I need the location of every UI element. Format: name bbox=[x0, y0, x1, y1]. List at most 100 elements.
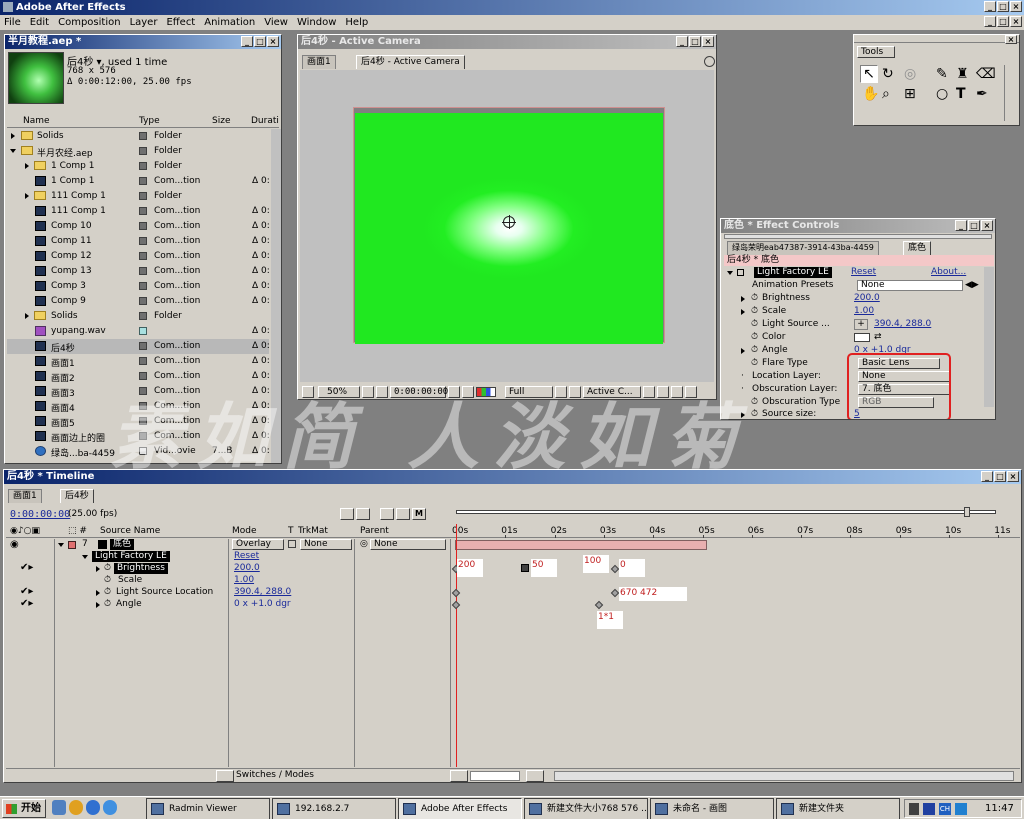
stopwatch-icon[interactable]: ⏱ bbox=[104, 563, 111, 573]
taskbar-item[interactable]: 192.168.2.7 bbox=[272, 798, 396, 819]
preset-prev-next-icon[interactable]: ◀▶ bbox=[965, 280, 979, 290]
tl-angle-value[interactable]: 0 x +1.0 dgr bbox=[234, 599, 291, 609]
list-item[interactable]: 画面5 Com...tion Δ 0: bbox=[7, 414, 270, 429]
snapshot-icon[interactable] bbox=[302, 386, 314, 398]
list-item[interactable]: 绿岛...ba-4459 Vid...ovie 7...B Δ 0: bbox=[7, 444, 270, 459]
list-item[interactable]: 画面2 Com...tion Δ 0: bbox=[7, 369, 270, 384]
scale-value[interactable]: 1.00 bbox=[854, 306, 874, 316]
layer-mode-select[interactable]: Overlay bbox=[232, 539, 284, 550]
hand-tool-icon[interactable]: ✋ bbox=[862, 85, 879, 103]
reset-exposure-icon[interactable] bbox=[671, 386, 683, 398]
col-duration-header[interactable]: Durati bbox=[251, 116, 279, 126]
col-trkmat[interactable]: TrkMat bbox=[298, 526, 328, 536]
light-source-crosshair-icon[interactable] bbox=[502, 215, 516, 229]
tab-timeline-active[interactable]: 后4秒 bbox=[60, 489, 94, 503]
tray-icon[interactable] bbox=[955, 803, 967, 815]
list-item[interactable]: Comp 12 Com...tion Δ 0: bbox=[7, 249, 270, 264]
menu-view[interactable]: View bbox=[264, 15, 288, 30]
stopwatch-icon[interactable]: ⏱ bbox=[751, 409, 758, 419]
zoom-slider[interactable] bbox=[470, 771, 520, 781]
tl-brightness-value[interactable]: 200.0 bbox=[234, 563, 260, 573]
tab-effect-layer-active[interactable]: 底色 bbox=[903, 241, 932, 255]
current-time-display[interactable]: 0:00:00:00 bbox=[390, 386, 448, 398]
channel-icon[interactable] bbox=[462, 386, 474, 398]
stopwatch-icon[interactable]: ⏱ bbox=[751, 397, 758, 407]
tab-effect-layer-1[interactable]: 绿岛荣明eab47387-3914-43ba-4459 bbox=[727, 241, 879, 255]
effect-controls-scrollbar[interactable] bbox=[984, 267, 994, 407]
stopwatch-icon[interactable]: ⏱ bbox=[104, 599, 111, 609]
zoom-tool-icon[interactable]: ⌕ bbox=[882, 85, 890, 103]
tl-light-source-value[interactable]: 390.4, 288.0 bbox=[234, 587, 291, 597]
desktop-icon[interactable] bbox=[52, 800, 66, 815]
tab-comp-active[interactable]: 后4秒 - Active Camera bbox=[356, 55, 465, 69]
maximize-button[interactable]: □ bbox=[997, 1, 1009, 12]
menu-animation[interactable]: Animation bbox=[204, 15, 255, 30]
doc-minimize-button[interactable]: _ bbox=[984, 16, 996, 27]
outlook-icon[interactable] bbox=[103, 800, 117, 815]
col-parent[interactable]: Parent bbox=[360, 526, 389, 536]
layout-icon[interactable] bbox=[643, 386, 655, 398]
close-button[interactable]: × bbox=[1010, 1, 1022, 12]
layer-label-color[interactable] bbox=[68, 541, 76, 549]
tl-minimize-button[interactable]: _ bbox=[981, 471, 993, 482]
col-type-header[interactable]: Type bbox=[139, 116, 160, 126]
menu-help[interactable]: Help bbox=[345, 15, 368, 30]
presets-select[interactable]: None bbox=[857, 280, 963, 291]
list-item[interactable]: 画面4 Com...tion Δ 0: bbox=[7, 399, 270, 414]
comp-menu-icon[interactable] bbox=[704, 56, 715, 67]
stopwatch-icon[interactable]: ⏱ bbox=[751, 358, 758, 368]
grid-icon[interactable] bbox=[362, 386, 374, 398]
start-button[interactable]: 开始 bbox=[2, 799, 46, 818]
menu-file[interactable]: File bbox=[4, 15, 21, 30]
parent-pickwhip-icon[interactable]: ◎ bbox=[360, 539, 368, 549]
resolution-select[interactable]: Full bbox=[505, 386, 553, 398]
fx-toggle-icon[interactable] bbox=[737, 269, 744, 276]
video-eye-icon[interactable]: ◉ bbox=[10, 539, 19, 550]
effect-reset-link[interactable]: Reset bbox=[851, 267, 876, 277]
effect-row[interactable]: Light Factory LE Reset About... bbox=[724, 267, 984, 279]
keyframe-check-icon[interactable]: ✔▸ bbox=[20, 562, 33, 573]
stopwatch-icon[interactable]: ⏱ bbox=[104, 587, 111, 597]
eyedropper-icon[interactable]: ⇄ bbox=[874, 332, 882, 342]
layer-duration-bar[interactable] bbox=[455, 540, 707, 550]
layer-name[interactable]: 底色 bbox=[110, 539, 135, 550]
project-minimize-button[interactable]: _ bbox=[241, 36, 253, 47]
comp-close-button[interactable]: × bbox=[702, 36, 714, 47]
clone-stamp-tool-icon[interactable]: ♜ bbox=[956, 65, 969, 83]
menu-composition[interactable]: Composition bbox=[58, 15, 120, 30]
rotate-tool-icon[interactable]: ↻ bbox=[882, 65, 894, 83]
tab-comp-1[interactable]: 画面1 bbox=[302, 55, 336, 69]
list-item[interactable]: Comp 11 Com...tion Δ 0: bbox=[7, 234, 270, 249]
tl-close-button[interactable]: × bbox=[1007, 471, 1019, 482]
shy-layers-icon[interactable] bbox=[340, 508, 354, 520]
pen-tool-icon[interactable]: ✒ bbox=[976, 85, 988, 103]
keyframe-diamond[interactable] bbox=[610, 588, 620, 598]
eraser-tool-icon[interactable]: ⌫ bbox=[976, 65, 996, 83]
list-item[interactable]: 1 Comp 1 Folder bbox=[7, 159, 269, 174]
tab-timeline-1[interactable]: 画面1 bbox=[8, 489, 42, 503]
timeline-effect-reset[interactable]: Reset bbox=[234, 551, 259, 561]
effect-about-link[interactable]: About... bbox=[931, 267, 966, 277]
tl-maximize-button[interactable]: □ bbox=[994, 471, 1006, 482]
tools-options-strip[interactable] bbox=[1004, 65, 1014, 121]
list-item[interactable]: 半月农经.aep Folder bbox=[7, 144, 269, 159]
point-crosshair-icon[interactable]: + bbox=[854, 319, 868, 330]
list-item[interactable]: 画面边上的圈 Com...tion Δ 0: bbox=[7, 429, 270, 444]
list-item[interactable]: 111 Comp 1 Folder bbox=[7, 189, 269, 204]
project-scrollbar[interactable] bbox=[271, 129, 281, 463]
frame-blending-icon[interactable] bbox=[356, 508, 370, 520]
switches-modes-toggle[interactable]: Switches / Modes bbox=[236, 770, 314, 780]
ec-close-button[interactable]: × bbox=[981, 220, 993, 231]
list-item[interactable]: Solids Folder bbox=[7, 129, 269, 144]
list-item[interactable]: Comp 10 Com...tion Δ 0: bbox=[7, 219, 270, 234]
keyframe-diamond[interactable] bbox=[451, 600, 461, 610]
ellipse-tool-icon[interactable]: ○ bbox=[936, 85, 948, 103]
keyframe-selected[interactable] bbox=[521, 564, 529, 572]
stopwatch-icon[interactable]: ⏱ bbox=[751, 306, 758, 316]
camera-icon[interactable] bbox=[448, 386, 460, 398]
tray-icon[interactable] bbox=[923, 803, 935, 815]
col-t[interactable]: T bbox=[288, 526, 294, 536]
menu-effect[interactable]: Effect bbox=[166, 15, 195, 30]
orbit-camera-tool-icon[interactable]: ◎ bbox=[904, 65, 916, 83]
list-item[interactable]: Solids Folder bbox=[7, 309, 269, 324]
